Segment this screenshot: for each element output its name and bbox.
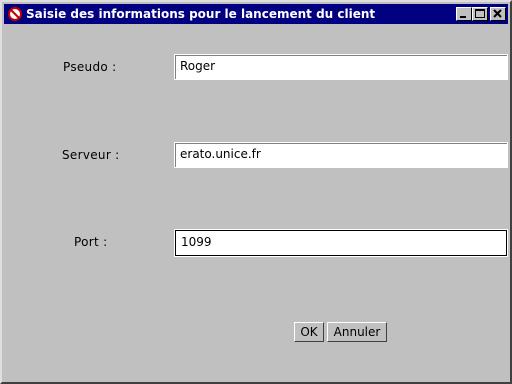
ok-button[interactable]: OK [294, 322, 324, 342]
close-button[interactable] [490, 7, 506, 21]
port-field[interactable] [174, 229, 508, 257]
minimize-icon [460, 16, 466, 18]
port-input[interactable] [181, 235, 481, 249]
port-label: Port : [74, 235, 108, 249]
pseudo-input[interactable] [180, 59, 480, 73]
title-bar[interactable]: Saisie des informations pour le lancemen… [4, 4, 508, 24]
pseudo-field[interactable] [174, 54, 508, 80]
maximize-button[interactable] [472, 7, 488, 21]
serveur-input[interactable] [180, 147, 480, 161]
window-title: Saisie des informations pour le lancemen… [26, 7, 376, 21]
serveur-label: Serveur : [62, 148, 120, 162]
serveur-field[interactable] [174, 142, 508, 168]
app-icon [8, 7, 22, 21]
annuler-button[interactable]: Annuler [327, 322, 387, 342]
close-icon [493, 9, 502, 18]
maximize-icon [475, 9, 485, 18]
minimize-button[interactable] [456, 7, 472, 21]
pseudo-label: Pseudo : [63, 60, 117, 74]
dialog-window: Saisie des informations pour le lancemen… [0, 0, 512, 384]
